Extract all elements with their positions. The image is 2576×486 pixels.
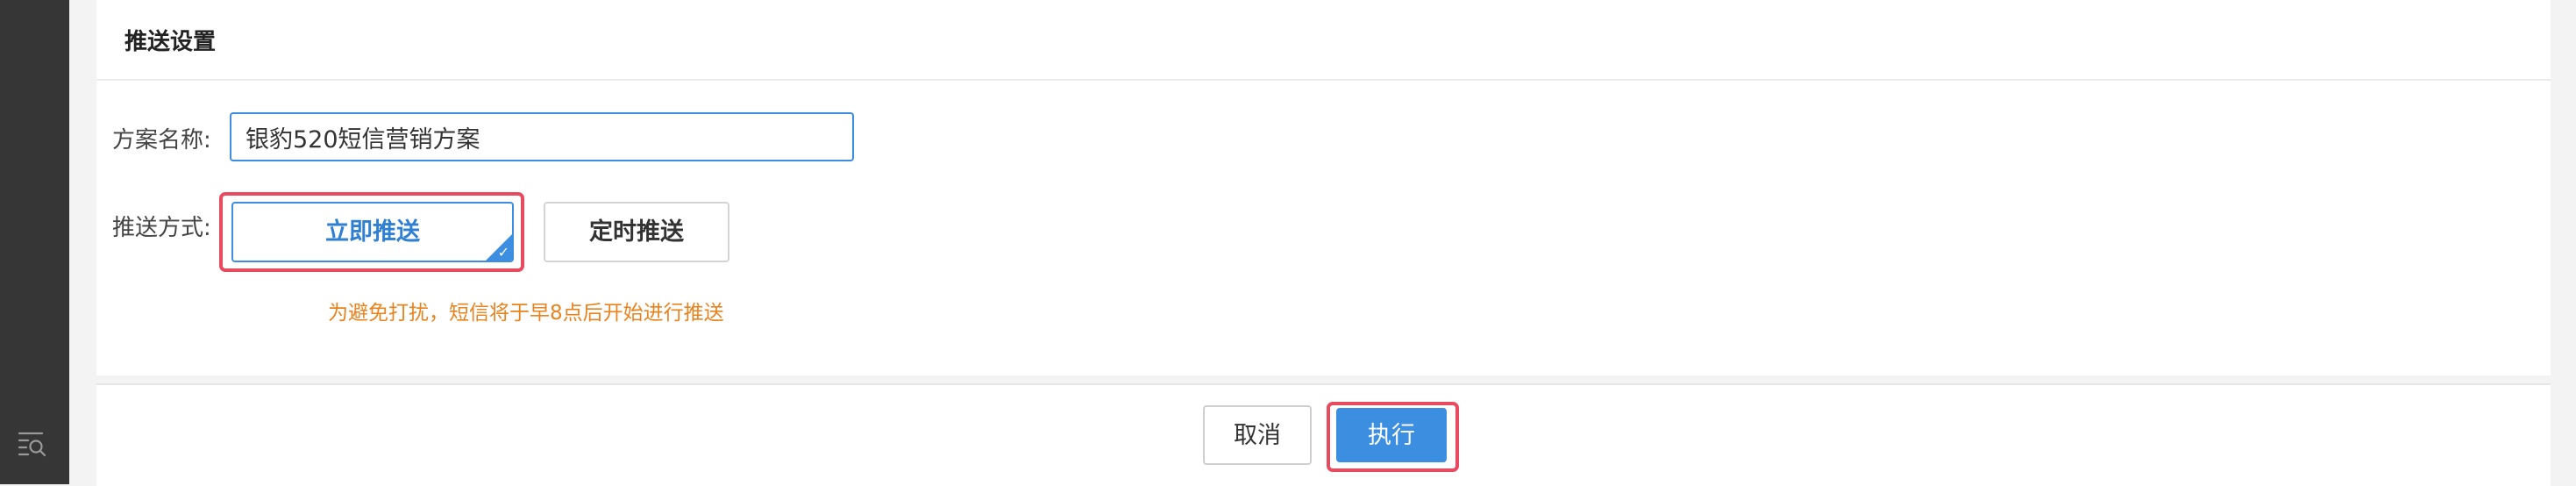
plan-name-label: 方案名称:: [112, 127, 211, 154]
card-header: 推送设置: [96, 0, 2551, 81]
immediate-push-option[interactable]: 立即推送 ✓: [231, 202, 514, 262]
push-mode-label: 推送方式:: [112, 215, 211, 241]
cancel-button[interactable]: 取消: [1203, 405, 1312, 465]
left-sidebar: [0, 0, 69, 484]
search-list-icon[interactable]: [18, 428, 47, 458]
push-time-hint: 为避免打扰，短信将于早8点后开始进行推送: [328, 302, 724, 325]
plan-name-input[interactable]: [230, 112, 854, 161]
scheduled-push-label: 定时推送: [589, 218, 684, 246]
footer-bar: [96, 383, 2551, 486]
execute-button[interactable]: 执行: [1336, 408, 1447, 462]
scheduled-push-option[interactable]: 定时推送: [544, 202, 729, 262]
checkmark-icon: ✓: [497, 244, 509, 261]
immediate-push-label: 立即推送: [325, 218, 420, 246]
section-title: 推送设置: [125, 29, 217, 55]
